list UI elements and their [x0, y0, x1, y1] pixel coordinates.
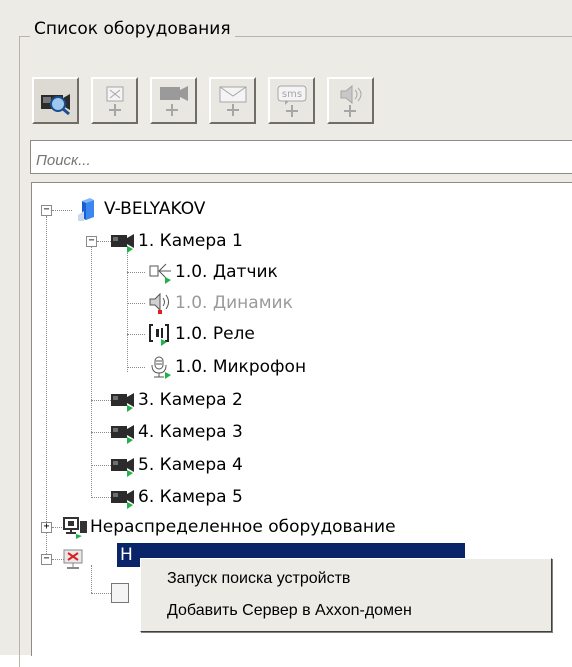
add-sensor-icon [100, 84, 130, 118]
tree-node-label: 1.0. Динамик [175, 293, 293, 313]
equipment-panel: Список оборудования sms Поиск... − − + −… [0, 0, 572, 667]
tree-line [127, 272, 145, 273]
tree-line [127, 303, 145, 304]
tree-line [127, 246, 128, 372]
server-icon [76, 197, 100, 221]
toolbar: sms [32, 77, 374, 124]
add-email-button[interactable] [209, 77, 256, 124]
add-sensor-button[interactable] [91, 77, 138, 124]
tree-line [46, 216, 47, 562]
tree-child-icon [111, 583, 129, 603]
tree-node-label: 1. Камера 1 [138, 231, 243, 251]
tree-node-label: 3. Камера 2 [138, 390, 243, 410]
tree-node-domain[interactable] [62, 545, 90, 575]
tree-node-label: 4. Камера 3 [138, 422, 243, 442]
tree-line [97, 241, 111, 242]
tree-node-microphone[interactable]: 1.0. Микрофон [147, 352, 306, 382]
svg-text:sms: sms [281, 89, 301, 100]
unassigned-expander[interactable]: + [41, 522, 52, 533]
tree-node-label: 5. Камера 4 [138, 455, 243, 475]
tree-line [91, 497, 111, 498]
tree-line [52, 210, 72, 211]
add-sms-icon: sms [275, 84, 309, 118]
menu-item-start-device-search[interactable]: Запуск поиска устройств [167, 565, 350, 593]
camera-search-button[interactable] [32, 77, 79, 124]
search-input[interactable] [30, 140, 572, 174]
tree-node-label: 1.0. Реле [175, 324, 255, 344]
tree-node-camera[interactable]: 5. Камера 4 [110, 450, 243, 480]
tree-line [91, 565, 92, 593]
tree-line [91, 593, 111, 594]
camera-icon [110, 229, 134, 253]
tree-node-camera[interactable]: 3. Камера 2 [110, 385, 243, 415]
tree-node-label: V-BELYAKOV [104, 199, 206, 219]
menu-item-add-server-to-domain[interactable]: Добавить Сервер в Axxon-домен [167, 597, 412, 625]
selected-node-expander[interactable]: − [41, 554, 52, 565]
context-menu: Запуск поиска устройств Добавить Сервер … [140, 558, 552, 632]
tree-line [91, 432, 111, 433]
group-title: Список оборудования [30, 19, 235, 39]
tree-node-server[interactable]: V-BELYAKOV [76, 194, 205, 224]
tree-node-label: Нераспределенное оборудование [90, 517, 396, 537]
tree-node-camera[interactable]: 4. Камера 3 [110, 417, 243, 447]
tree-node-sensor[interactable]: 1.0. Датчик [147, 257, 278, 287]
tree-line [127, 334, 145, 335]
camera-search-icon [38, 87, 74, 115]
add-camera-button[interactable] [150, 77, 197, 124]
add-speaker-button[interactable] [327, 77, 374, 124]
tree-node-relay[interactable]: 1.0. Реле [147, 319, 255, 349]
speaker-icon [147, 291, 171, 315]
add-speaker-icon [334, 84, 368, 118]
add-sms-button[interactable]: sms [268, 77, 315, 124]
unassigned-equipment-icon [62, 515, 87, 539]
add-camera-icon [157, 84, 191, 118]
tree-line [91, 246, 92, 498]
relay-icon [147, 322, 171, 346]
tree-node-label: 1.0. Датчик [175, 262, 278, 282]
microphone-icon [147, 355, 171, 379]
tree-node-camera[interactable]: 6. Камера 5 [110, 482, 243, 512]
camera-icon [110, 420, 134, 444]
tree-node-unassigned[interactable]: Нераспределенное оборудование [62, 512, 396, 542]
tree-line [91, 400, 111, 401]
tree-node-camera[interactable]: 1. Камера 1 [110, 226, 243, 256]
tree-node-speaker[interactable]: 1.0. Динамик [147, 288, 293, 318]
camera-icon [110, 388, 134, 412]
tree-node-label: 6. Камера 5 [138, 487, 243, 507]
tree-line [91, 465, 111, 466]
server-expander[interactable]: − [41, 205, 52, 216]
tree-node-label: 1.0. Микрофон [175, 357, 307, 377]
camera-icon [110, 485, 134, 509]
tree-line [127, 367, 145, 368]
computer-error-icon [62, 548, 86, 572]
sensor-icon [147, 260, 171, 284]
add-email-icon [216, 84, 250, 118]
camera1-expander[interactable]: − [86, 236, 97, 247]
camera-icon [110, 453, 134, 477]
